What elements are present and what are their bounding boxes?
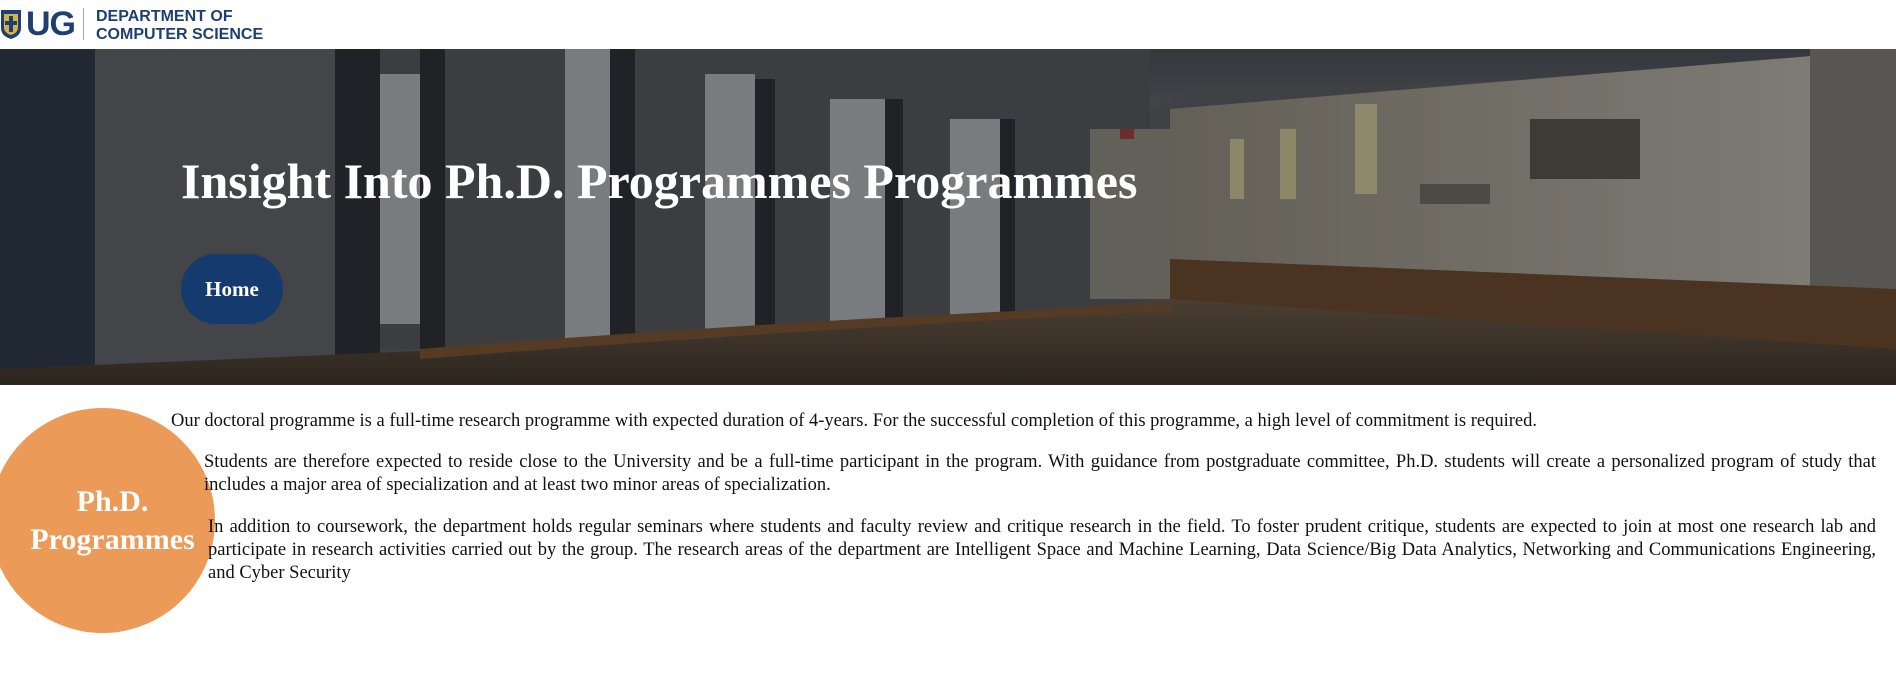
research-paragraph: In addition to coursework, the departmen… [208, 517, 1876, 583]
hero-banner: Insight Into Ph.D. Programmes Programmes… [0, 49, 1896, 385]
logo-divider [83, 8, 84, 40]
university-crest-icon[interactable] [0, 8, 22, 40]
department-line-2: COMPUTER SCIENCE [96, 26, 264, 43]
department-name[interactable]: DEPARTMENT OF COMPUTER SCIENCE [96, 8, 263, 44]
phd-programmes-badge: Ph.D. Programmes [0, 408, 215, 633]
site-header: UG DEPARTMENT OF COMPUTER SCIENCE [0, 0, 1896, 49]
residency-paragraph: Students are therefore expected to resid… [204, 452, 1876, 495]
badge-line-1: Ph.D. [76, 484, 149, 518]
home-button[interactable]: Home [181, 254, 283, 324]
hallway-background-image [0, 49, 1896, 385]
badge-label: Ph.D. Programmes [10, 483, 194, 559]
intro-paragraph: Our doctoral programme is a full-time re… [171, 411, 1538, 431]
badge-line-2: Programmes [30, 522, 195, 556]
logo-text[interactable]: UG [26, 4, 76, 44]
department-line-1: DEPARTMENT OF [96, 8, 233, 25]
page-title: Insight Into Ph.D. Programmes Programmes [181, 153, 1138, 209]
